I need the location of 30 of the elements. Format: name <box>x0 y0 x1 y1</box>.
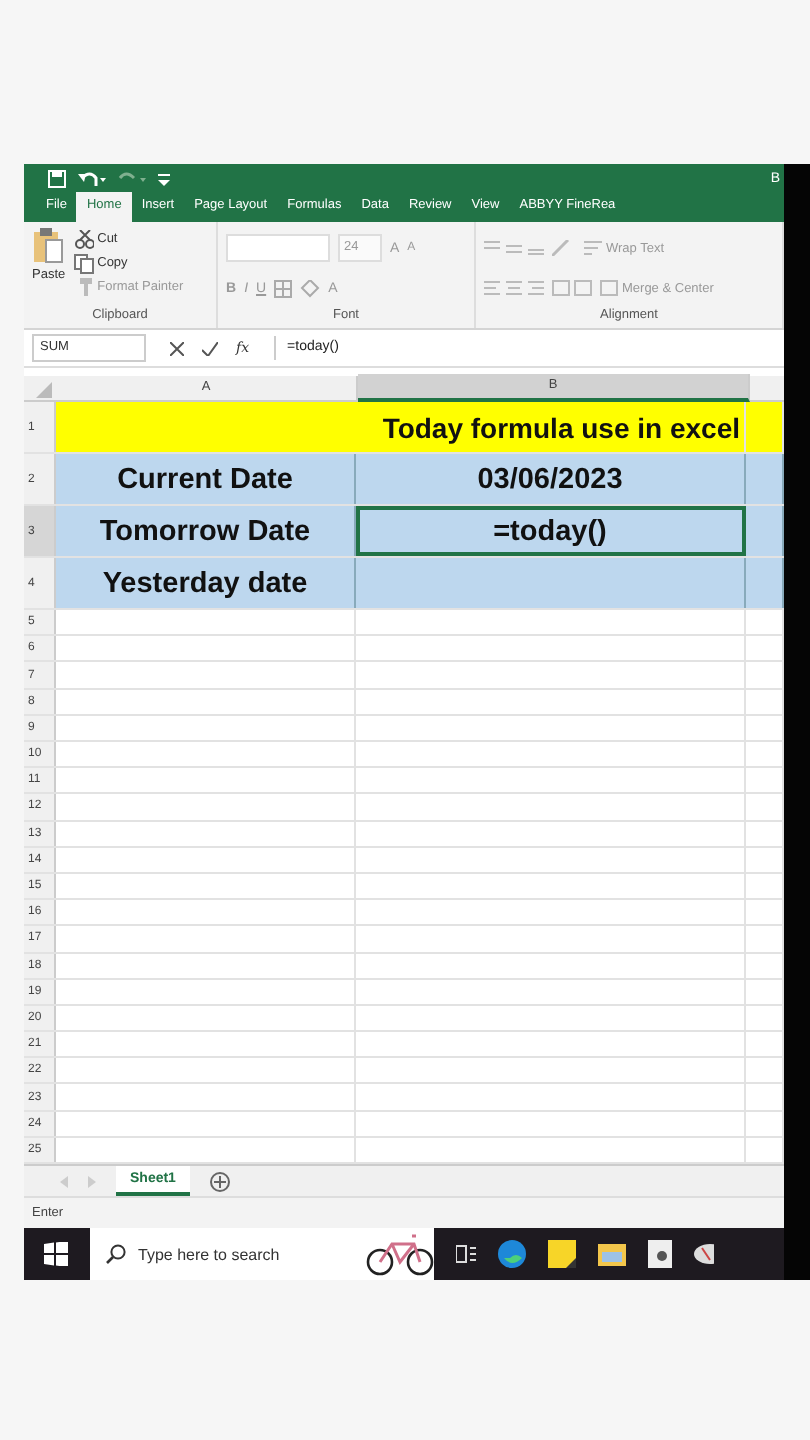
copy-icon <box>73 253 94 274</box>
clipboard-icon <box>32 228 65 265</box>
font-name-field[interactable] <box>226 234 330 263</box>
save-icon[interactable] <box>48 169 66 188</box>
search-icon <box>106 1244 126 1264</box>
table-cell: Current Date <box>56 454 356 505</box>
folder-icon[interactable] <box>598 1242 626 1266</box>
app-icon[interactable] <box>694 1240 714 1268</box>
edge-browser-icon[interactable] <box>498 1240 526 1268</box>
wrap-icon <box>584 240 602 257</box>
add-sheet-icon[interactable] <box>209 1171 230 1191</box>
table-cell: Yesterday date <box>56 558 356 609</box>
undo-icon[interactable] <box>78 169 106 188</box>
scissors-icon <box>73 229 94 250</box>
enter-icon[interactable] <box>202 341 218 356</box>
table-cell <box>746 558 784 609</box>
table-cell <box>746 506 784 557</box>
taskbar-search-field[interactable]: Type here to search <box>90 1228 434 1280</box>
active-cell[interactable]: =today() <box>356 506 746 557</box>
task-view-icon[interactable] <box>456 1244 476 1264</box>
table-cell: Today formula use in excel <box>56 402 746 453</box>
table-cell <box>746 454 784 505</box>
sticky-notes-icon[interactable] <box>548 1240 576 1268</box>
cancel-icon[interactable] <box>170 341 184 356</box>
table-cell: Tomorrow Date <box>56 506 356 557</box>
merge-icon <box>600 280 618 297</box>
table-cell: 03/06/2023 <box>356 454 746 505</box>
windows-start-icon[interactable] <box>44 1242 68 1266</box>
document-user-icon[interactable] <box>648 1240 672 1268</box>
customize-icon[interactable] <box>158 169 170 188</box>
